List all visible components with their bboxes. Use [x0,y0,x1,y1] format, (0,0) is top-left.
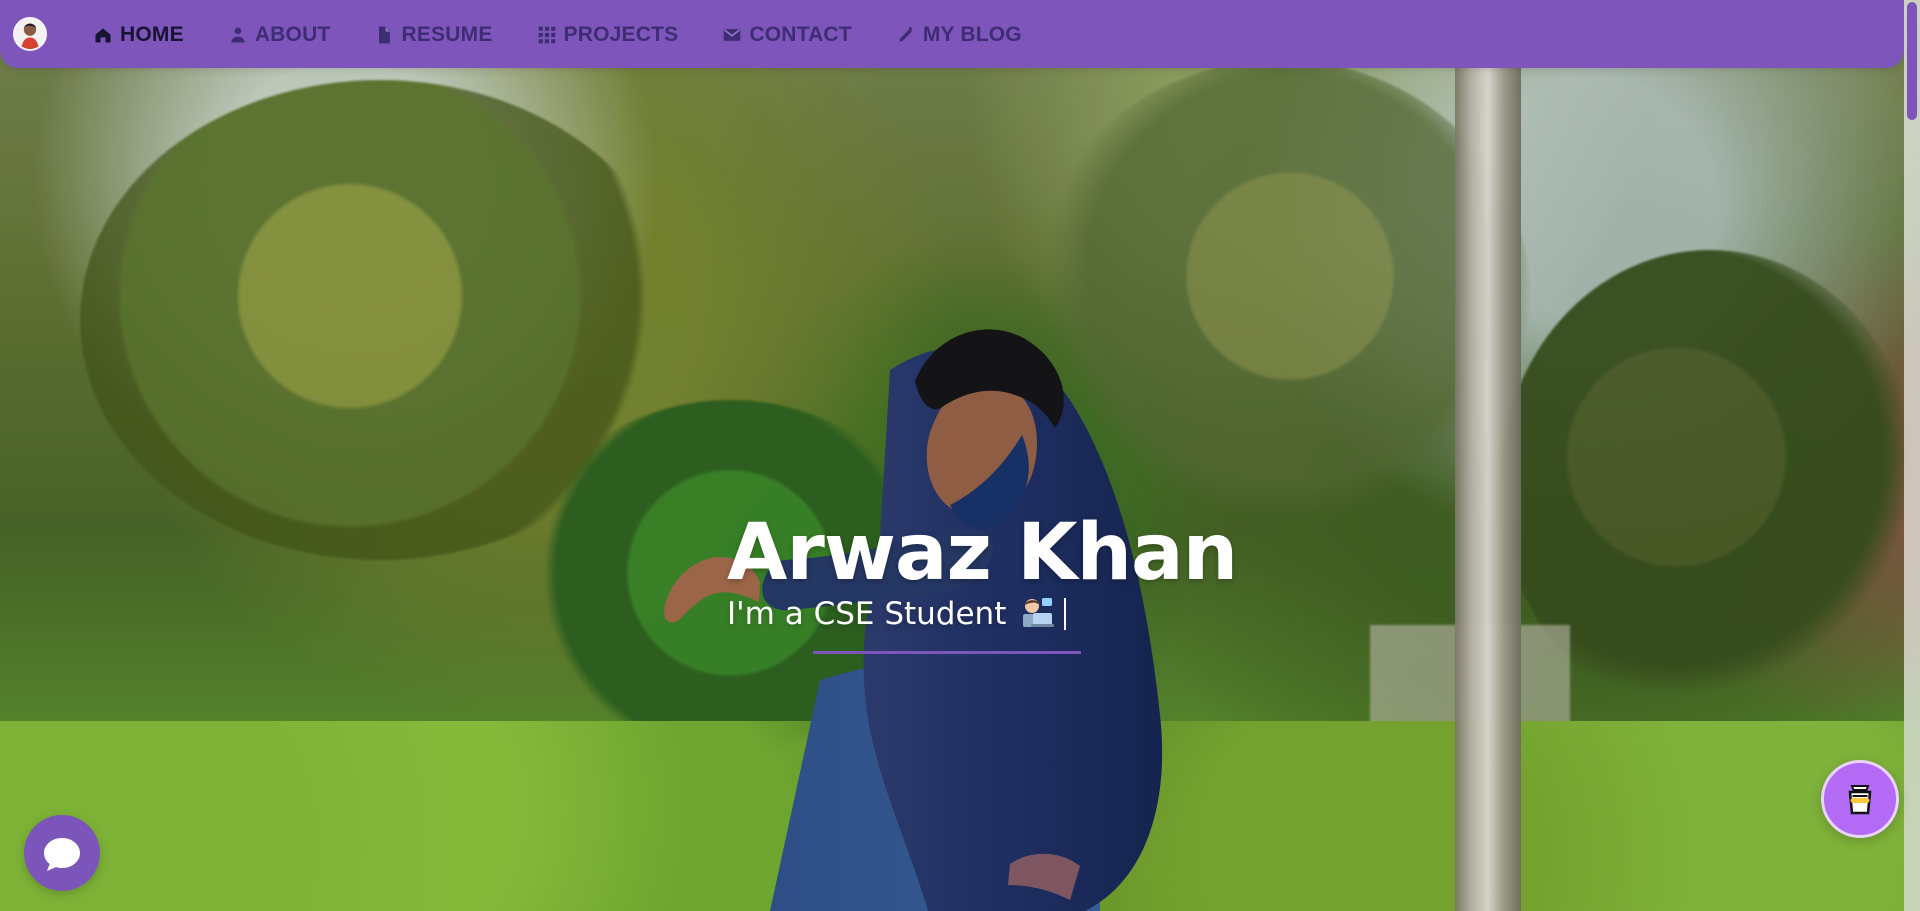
home-icon [93,25,113,45]
page-scrollbar[interactable] [1904,0,1920,911]
navigation-menu: HOME ABOUT RESUME PROJECTS CONTACT MY BL… [93,19,1022,51]
background-pole [1455,64,1521,911]
hero-name: Arwaz Khan [727,508,1238,598]
portfolio-home-page: HOME ABOUT RESUME PROJECTS CONTACT MY BL… [0,0,1920,911]
nav-item-my-blog[interactable]: MY BLOG [896,19,1022,51]
profile-avatar[interactable] [13,17,47,51]
coffee-cup-icon [1848,785,1872,815]
nav-item-projects[interactable]: PROJECTS [537,19,679,51]
nav-label-resume: RESUME [401,23,493,46]
user-icon [228,25,248,45]
grid-icon [537,25,557,45]
hero-introduction: Arwaz Khan I'm a CSE Student [727,507,1238,635]
hero-subtitle-row: I'm a CSE Student [727,593,1237,635]
nav-label-projects: PROJECTS [563,23,679,46]
top-navigation-bar: HOME ABOUT RESUME PROJECTS CONTACT MY BL… [0,0,1904,68]
pencil-icon [896,25,916,45]
nav-item-resume[interactable]: RESUME [374,19,492,51]
page-scroll-thumb[interactable] [1907,2,1917,120]
nav-label-home: HOME [120,23,184,46]
nav-item-contact[interactable]: CONTACT [722,19,852,51]
mail-icon [722,25,742,45]
buy-me-a-coffee-button[interactable] [1821,760,1899,838]
nav-label-my-blog: MY BLOG [922,23,1022,46]
chat-bubble-icon [44,838,80,871]
file-icon [374,25,394,45]
chat-button[interactable] [24,815,100,891]
laptop-technologist-icon [1016,593,1058,635]
nav-label-about: ABOUT [254,23,331,46]
hero-underline [813,651,1081,654]
hero-subtitle: I'm a CSE Student [727,596,1007,632]
nav-item-about[interactable]: ABOUT [228,19,331,51]
typing-cursor [1064,598,1067,630]
nav-item-home[interactable]: HOME [93,19,184,51]
nav-label-contact: CONTACT [749,23,852,46]
